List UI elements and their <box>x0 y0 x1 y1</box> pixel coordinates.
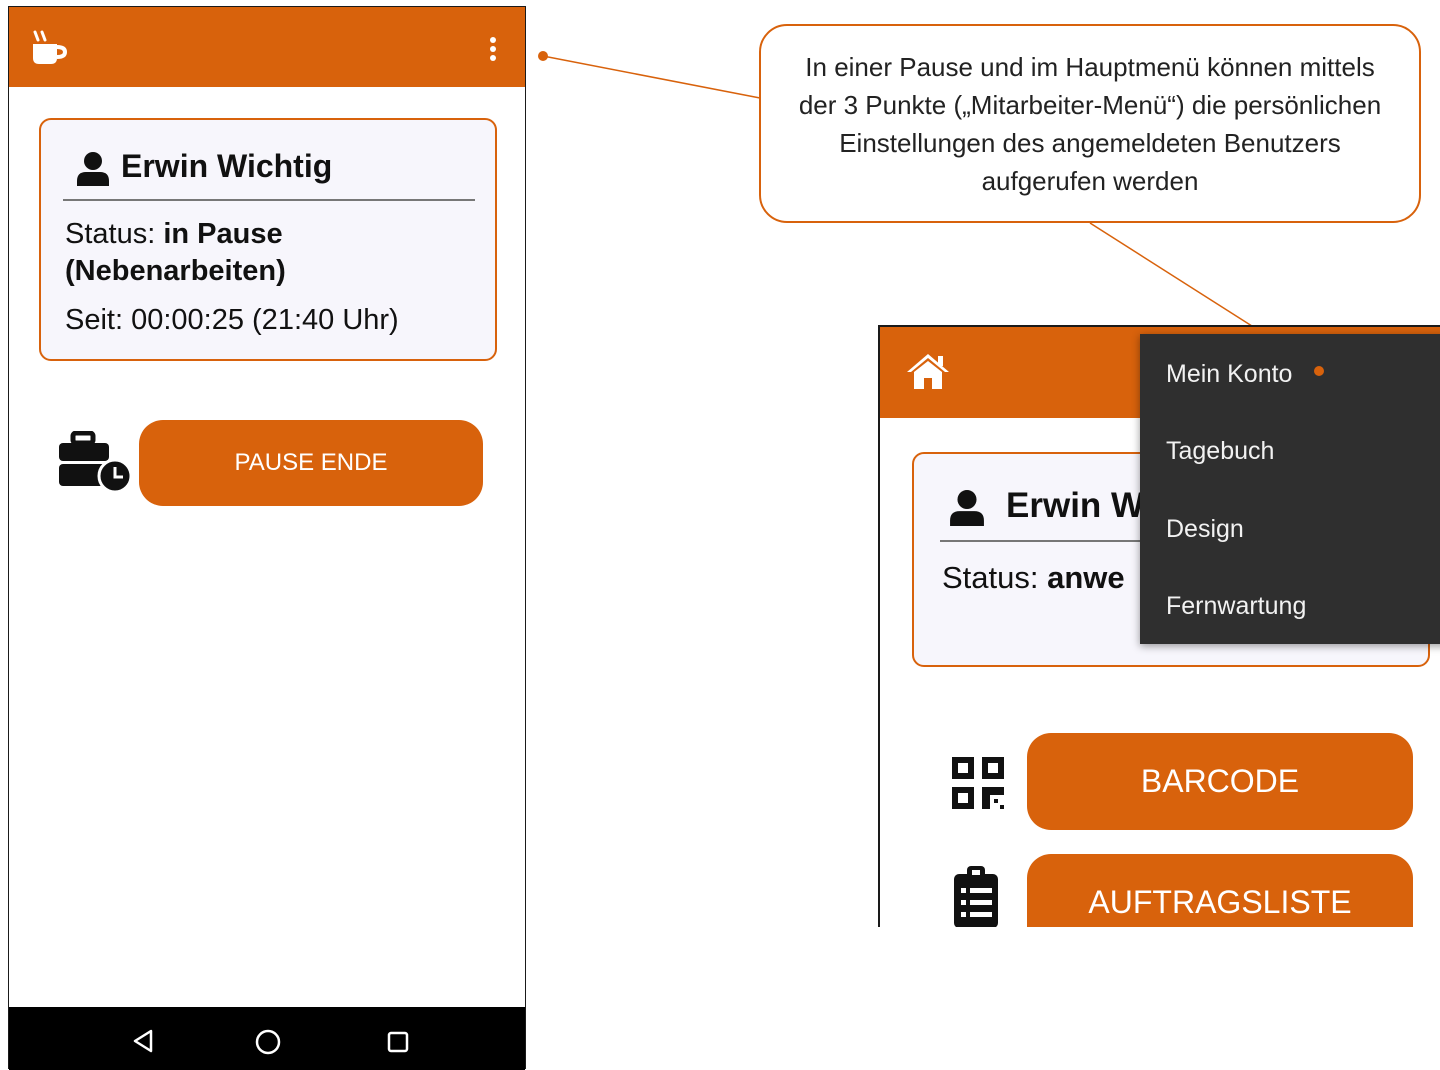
connector-dot-left <box>538 51 548 61</box>
menu-item-design[interactable]: Design <box>1166 515 1244 544</box>
status-value: anwe <box>1047 560 1125 595</box>
status-text: Status: anwe <box>942 560 1125 596</box>
menu-item-tagebuch[interactable]: Tagebuch <box>1166 437 1274 466</box>
callout-text: In einer Pause und im Hauptmenü können m… <box>798 51 1382 196</box>
clipboard-list-icon <box>952 864 1000 927</box>
user-name: Erwin W <box>1006 486 1145 525</box>
connector-dot-menu <box>1314 366 1324 376</box>
status-label: Status: <box>942 560 1039 595</box>
house-icon[interactable] <box>905 351 951 391</box>
right-phone-screen: Erwin W Status: anwe Mein Konto Tagebuch… <box>878 325 1440 927</box>
auftragsliste-button[interactable]: AUFTRAGSLISTE <box>1027 854 1413 927</box>
qr-code-icon <box>950 755 1006 811</box>
menu-item-fernwartung[interactable]: Fernwartung <box>1166 592 1306 621</box>
person-icon <box>950 490 984 526</box>
barcode-button[interactable]: BARCODE <box>1027 733 1413 830</box>
menu-item-mein-konto[interactable]: Mein Konto <box>1166 360 1292 389</box>
connector-line-left <box>542 55 761 99</box>
callout-box: In einer Pause und im Hauptmenü können m… <box>759 24 1421 223</box>
employee-overflow-menu: Mein Konto Tagebuch Design Fernwartung <box>1140 334 1440 644</box>
